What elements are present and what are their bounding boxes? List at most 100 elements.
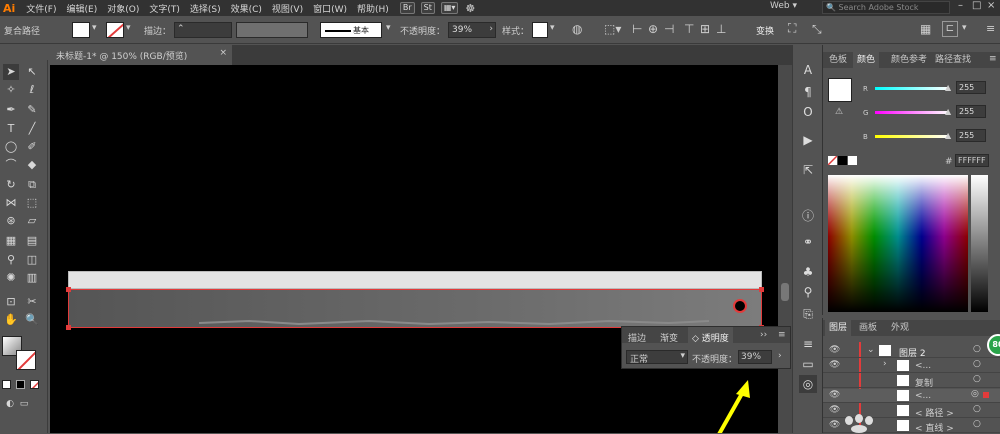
perspective-grid-tool-icon[interactable]: ▱ bbox=[24, 213, 40, 229]
tab-pathfinder[interactable]: 路径查找 bbox=[931, 52, 975, 68]
align-right-icon[interactable]: ⊣ bbox=[664, 22, 674, 36]
tab-appearance[interactable]: 外观 bbox=[887, 320, 913, 336]
panel-collapse-icon[interactable]: ›› bbox=[760, 330, 767, 340]
color-spectrum[interactable] bbox=[828, 175, 968, 312]
align-top-icon[interactable]: ⊤ bbox=[684, 22, 694, 36]
gradient-panel-icon[interactable]: ▭ bbox=[799, 355, 817, 373]
graphic-style-swatch[interactable] bbox=[532, 22, 548, 38]
stroke-swatch[interactable] bbox=[106, 22, 124, 38]
expand-chevron-icon[interactable]: › bbox=[883, 359, 887, 369]
tab-color-guide[interactable]: 颜色参考 bbox=[887, 52, 931, 68]
channel-b-input[interactable]: 255 bbox=[956, 129, 986, 142]
style-dropdown-icon[interactable]: ▾ bbox=[550, 23, 555, 33]
expand-chevron-icon[interactable]: ⌄ bbox=[867, 345, 875, 355]
brush-preview[interactable]: 基本 bbox=[320, 22, 382, 38]
tab-layers[interactable]: 图层 bbox=[825, 320, 852, 336]
screen-mode-icon[interactable]: ▭ bbox=[16, 396, 32, 412]
menu-edit[interactable]: 编辑(E) bbox=[62, 2, 103, 15]
slider-thumb[interactable]: ▲ bbox=[945, 107, 951, 116]
hex-input[interactable]: FFFFFF bbox=[955, 154, 989, 167]
zoom-tool-icon[interactable]: 🔍 bbox=[24, 312, 40, 328]
tab-transparency[interactable]: ◇ 透明度 bbox=[688, 327, 733, 344]
vertical-scrollbar[interactable] bbox=[778, 65, 792, 433]
align-to-icon[interactable]: ⬚▾ bbox=[604, 22, 621, 36]
edit-contents-icon[interactable]: ⤡ bbox=[812, 22, 822, 37]
document-tab[interactable]: 未标题-1* @ 150% (RGB/预览) × bbox=[50, 45, 232, 65]
opentype-panel-icon[interactable]: O bbox=[799, 103, 817, 121]
target-circle-icon[interactable]: ○ bbox=[973, 404, 981, 414]
bridge-button[interactable]: Br bbox=[399, 2, 415, 14]
direct-selection-tool-icon[interactable]: ↖ bbox=[24, 64, 40, 80]
symbol-sprayer-tool-icon[interactable]: ✺ bbox=[3, 270, 19, 286]
character-panel-icon[interactable]: A bbox=[799, 61, 817, 79]
slider-thumb[interactable]: ▲ bbox=[945, 131, 951, 140]
control-bar-menu-icon[interactable]: ≡ bbox=[986, 22, 995, 35]
window-minimize-button[interactable]: – bbox=[958, 0, 963, 11]
menu-select[interactable]: 选择(S) bbox=[185, 2, 226, 15]
panel-toggle-icon[interactable]: ⊏ bbox=[942, 21, 958, 37]
align-center-icon[interactable]: ⊕ bbox=[648, 22, 658, 36]
brush-dropdown-icon[interactable]: ▾ bbox=[386, 23, 391, 33]
hand-tool-icon[interactable]: ✋ bbox=[3, 312, 19, 328]
target-circle-icon[interactable]: ○ bbox=[973, 359, 981, 369]
recolor-artwork-icon[interactable]: ◍ bbox=[572, 22, 582, 36]
magic-wand-tool-icon[interactable]: ✧ bbox=[3, 82, 19, 98]
layer-row[interactable]: 👁 ⌄ 图层 2 ○ bbox=[823, 344, 1000, 359]
window-maximize-button[interactable]: □ bbox=[972, 0, 981, 11]
selection-indicator[interactable] bbox=[983, 392, 989, 398]
workspace-switcher[interactable]: Web ▾ bbox=[770, 1, 797, 11]
target-circle-icon[interactable]: ◎ bbox=[971, 389, 979, 399]
stroke-dropdown-icon[interactable]: ▾ bbox=[126, 23, 131, 33]
tab-artboards[interactable]: 画板 bbox=[855, 320, 881, 336]
width-tool-icon[interactable]: ⋈ bbox=[3, 195, 19, 211]
visibility-eye-icon[interactable]: 👁 bbox=[829, 390, 840, 400]
pen-tool-icon[interactable]: ✒ bbox=[3, 102, 19, 118]
target-circle-icon[interactable]: ○ bbox=[973, 344, 981, 354]
channel-g-slider[interactable] bbox=[875, 111, 949, 114]
paragraph-panel-icon[interactable]: ¶ bbox=[799, 83, 817, 101]
info-panel-icon[interactable]: ⓘ bbox=[799, 207, 817, 225]
column-graph-tool-icon[interactable]: ▥ bbox=[24, 270, 40, 286]
tab-stroke[interactable]: 描边 bbox=[628, 331, 646, 344]
anchor-point[interactable] bbox=[759, 287, 764, 292]
stock-search-input[interactable]: 🔍 Search Adobe Stock bbox=[822, 1, 950, 14]
panel-toggle-dropdown-icon[interactable]: ▾ bbox=[962, 23, 967, 33]
layer-row[interactable]: 复制 ○ bbox=[823, 374, 1000, 389]
panel-menu-icon[interactable]: ≡ bbox=[778, 330, 786, 340]
gradient-tool-icon[interactable]: ▤ bbox=[24, 233, 40, 249]
menu-effect[interactable]: 效果(C) bbox=[226, 2, 267, 15]
align-bottom-icon[interactable]: ⊥ bbox=[716, 22, 726, 36]
menu-view[interactable]: 视图(V) bbox=[267, 2, 308, 15]
close-tab-icon[interactable]: × bbox=[219, 48, 227, 58]
channel-b-slider[interactable] bbox=[875, 135, 949, 138]
slider-thumb[interactable]: ▲ bbox=[945, 83, 951, 92]
free-transform-tool-icon[interactable]: ⬚ bbox=[24, 195, 40, 211]
visibility-eye-icon[interactable]: 👁 bbox=[829, 405, 840, 415]
fill-swatch[interactable] bbox=[72, 22, 90, 38]
layer-row[interactable]: 👁 › <... ○ bbox=[823, 359, 1000, 373]
menu-window[interactable]: 窗口(W) bbox=[308, 2, 352, 15]
shape-builder-tool-icon[interactable]: ⊛ bbox=[3, 213, 19, 229]
out-of-gamut-icon[interactable]: ⚠ bbox=[835, 107, 843, 117]
tab-color[interactable]: 颜色 bbox=[853, 52, 880, 68]
blend-tool-icon[interactable]: ◫ bbox=[24, 252, 40, 268]
color-panel-menu-icon[interactable]: ≡ bbox=[989, 54, 997, 64]
slice-tool-icon[interactable]: ✂ bbox=[24, 294, 40, 310]
isolate-icon[interactable]: ⛶ bbox=[788, 21, 796, 36]
curvature-tool-icon[interactable]: ✎ bbox=[24, 102, 40, 118]
none-mode-button[interactable] bbox=[30, 380, 39, 389]
window-close-button[interactable]: × bbox=[987, 0, 995, 11]
selection-tool-icon[interactable]: ➤ bbox=[3, 64, 19, 80]
transparency-opacity-input[interactable]: 39% bbox=[738, 350, 772, 364]
scrollbar-thumb[interactable] bbox=[781, 283, 789, 301]
paintbrush-tool-icon[interactable]: ✐ bbox=[24, 139, 40, 155]
black-swatch[interactable] bbox=[838, 156, 847, 165]
channel-g-input[interactable]: 255 bbox=[956, 105, 986, 118]
artboard-tool-icon[interactable]: ⊡ bbox=[3, 294, 19, 310]
target-circle-icon[interactable]: ○ bbox=[973, 419, 981, 429]
stroke-color-box[interactable] bbox=[16, 350, 36, 370]
none-swatch[interactable] bbox=[828, 156, 837, 165]
blend-mode-select[interactable]: 正常 ▾ bbox=[626, 350, 688, 365]
stroke-weight-stepper-icon[interactable]: ⌃ bbox=[177, 24, 185, 34]
align-middle-icon[interactable]: ⊞ bbox=[700, 22, 710, 36]
